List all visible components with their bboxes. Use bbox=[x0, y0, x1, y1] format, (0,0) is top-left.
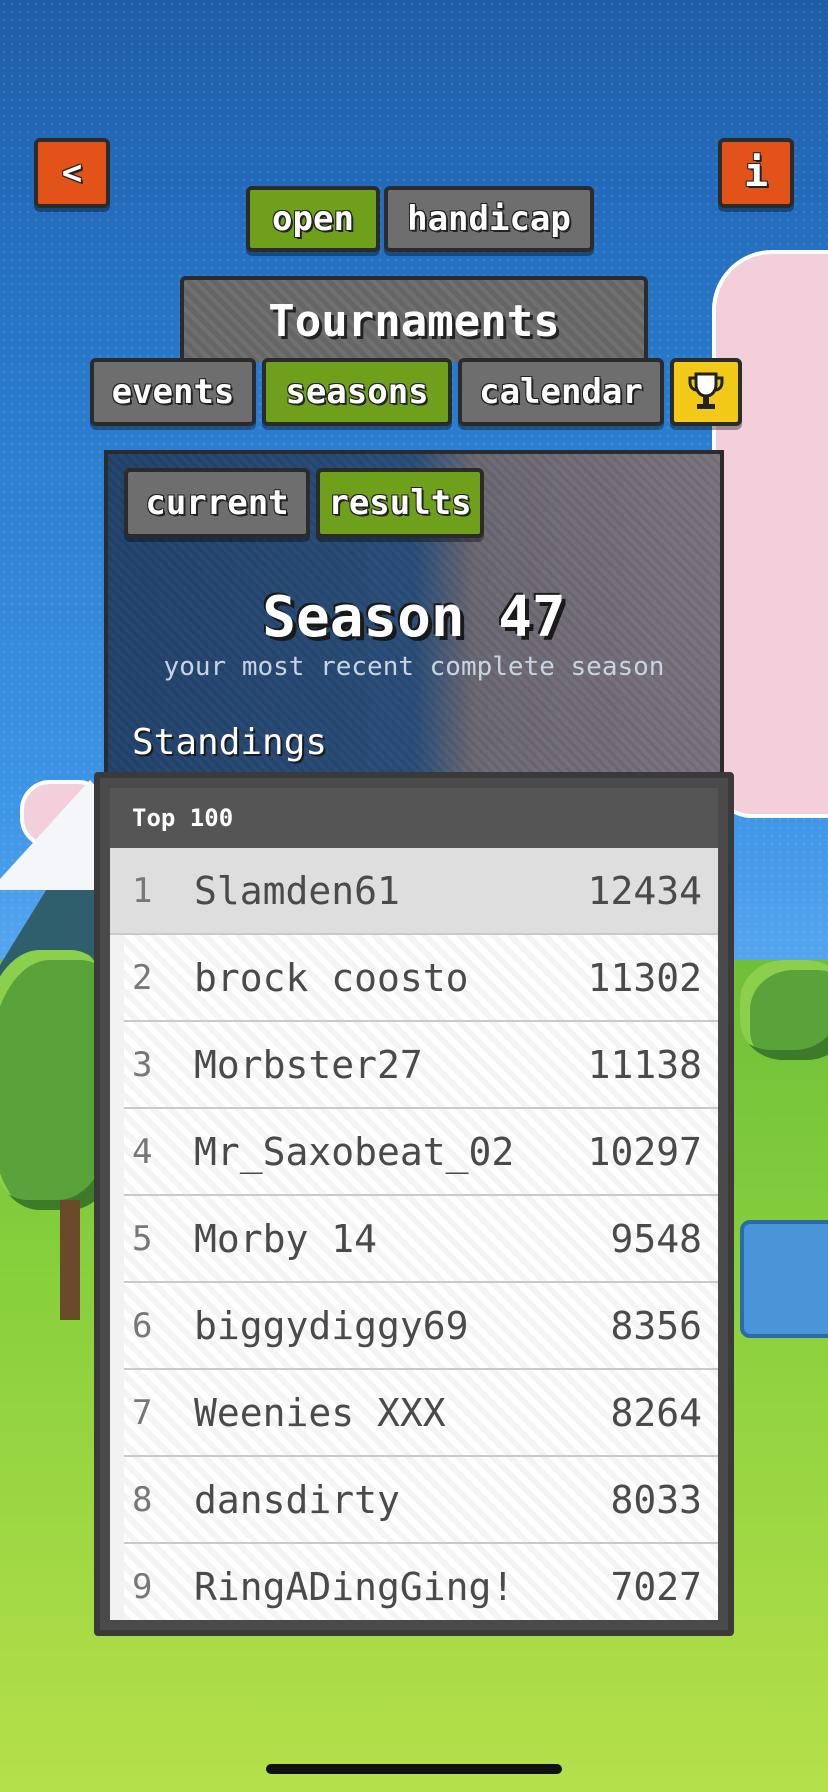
leaderboard-header: Top 100 bbox=[110, 788, 718, 848]
row-rank: 4 bbox=[132, 1131, 153, 1172]
row-player-name: dansdirty bbox=[194, 1477, 400, 1522]
row-score: 12434 bbox=[587, 868, 702, 913]
row-player-name: brock coosto bbox=[194, 955, 469, 1000]
row-rank: 3 bbox=[132, 1044, 153, 1085]
leaderboard-list[interactable]: Top 100 1 Slamden61 12434 2 brock coosto… bbox=[110, 788, 718, 1620]
row-rank: 9 bbox=[132, 1566, 153, 1607]
page-title: Tournaments bbox=[180, 276, 648, 362]
row-rank: 1 bbox=[132, 870, 153, 911]
row-score: 7027 bbox=[610, 1564, 702, 1609]
leaderboard-row[interactable]: 2 brock coosto 11302 bbox=[124, 935, 718, 1022]
tab-handicap[interactable]: handicap bbox=[384, 186, 594, 252]
tab-results-label: results bbox=[328, 483, 472, 523]
row-score: 8264 bbox=[610, 1390, 702, 1435]
cloud-right bbox=[712, 250, 828, 818]
row-rank: 5 bbox=[132, 1218, 153, 1259]
leaderboard-row[interactable]: 1 Slamden61 12434 bbox=[110, 848, 718, 935]
season-title: Season 47 bbox=[262, 585, 566, 650]
info-icon: i bbox=[743, 150, 769, 196]
row-player-name: Morby 14 bbox=[194, 1216, 378, 1261]
season-subtitle: your most recent complete season bbox=[163, 652, 665, 682]
leaderboard-row[interactable]: 3 Morbster27 11138 bbox=[124, 1022, 718, 1109]
chevron-left-icon: < bbox=[61, 153, 83, 193]
leaderboard-row[interactable]: 4 Mr_Saxobeat_02 10297 bbox=[124, 1109, 718, 1196]
row-score: 8033 bbox=[610, 1477, 702, 1522]
info-button[interactable]: i bbox=[718, 138, 794, 208]
row-rank: 6 bbox=[132, 1305, 153, 1346]
tab-current[interactable]: current bbox=[124, 468, 310, 538]
row-rank: 7 bbox=[132, 1392, 153, 1433]
tab-calendar[interactable]: calendar bbox=[458, 358, 664, 426]
row-player-name: Weenies XXX bbox=[194, 1390, 446, 1435]
row-player-name: Slamden61 bbox=[194, 868, 400, 913]
leaderboard[interactable]: Top 100 1 Slamden61 12434 2 brock coosto… bbox=[94, 772, 734, 1636]
back-button[interactable]: < bbox=[34, 138, 110, 208]
row-player-name: Morbster27 bbox=[194, 1042, 423, 1087]
tab-seasons-label: seasons bbox=[285, 372, 429, 412]
tab-calendar-label: calendar bbox=[479, 372, 643, 412]
tab-open[interactable]: open bbox=[246, 186, 380, 252]
trophy-button[interactable] bbox=[670, 358, 742, 426]
row-player-name: RingADingGing! bbox=[194, 1564, 515, 1609]
row-player-name: biggydiggy69 bbox=[194, 1303, 469, 1348]
tab-seasons[interactable]: seasons bbox=[262, 358, 452, 426]
leaderboard-row[interactable]: 8 dansdirty 8033 bbox=[124, 1457, 718, 1544]
leaderboard-row[interactable]: 7 Weenies XXX 8264 bbox=[124, 1370, 718, 1457]
tab-events-label: events bbox=[111, 372, 235, 412]
row-rank: 2 bbox=[132, 957, 153, 998]
row-score: 11138 bbox=[587, 1042, 702, 1087]
tab-events[interactable]: events bbox=[90, 358, 256, 426]
row-score: 9548 bbox=[610, 1216, 702, 1261]
row-player-name: Mr_Saxobeat_02 bbox=[194, 1129, 515, 1174]
row-score: 8356 bbox=[610, 1303, 702, 1348]
tab-results[interactable]: results bbox=[316, 468, 484, 538]
row-score: 10297 bbox=[587, 1129, 702, 1174]
row-score: 11302 bbox=[587, 955, 702, 1000]
leaderboard-row[interactable]: 9 RingADingGing! 7027 bbox=[124, 1544, 718, 1620]
leaderboard-row[interactable]: 6 biggydiggy69 8356 bbox=[124, 1283, 718, 1370]
tree-trunk-left bbox=[60, 1200, 80, 1320]
row-rank: 8 bbox=[132, 1479, 153, 1520]
tab-handicap-label: handicap bbox=[407, 199, 571, 239]
tab-open-label: open bbox=[272, 199, 354, 239]
home-indicator[interactable] bbox=[266, 1764, 562, 1774]
trophy-icon bbox=[688, 372, 724, 409]
leaderboard-row[interactable]: 5 Morby 14 9548 bbox=[124, 1196, 718, 1283]
tab-current-label: current bbox=[145, 483, 289, 523]
tree-right bbox=[740, 960, 828, 1060]
pond bbox=[740, 1220, 828, 1338]
standings-label: Standings bbox=[132, 722, 328, 763]
